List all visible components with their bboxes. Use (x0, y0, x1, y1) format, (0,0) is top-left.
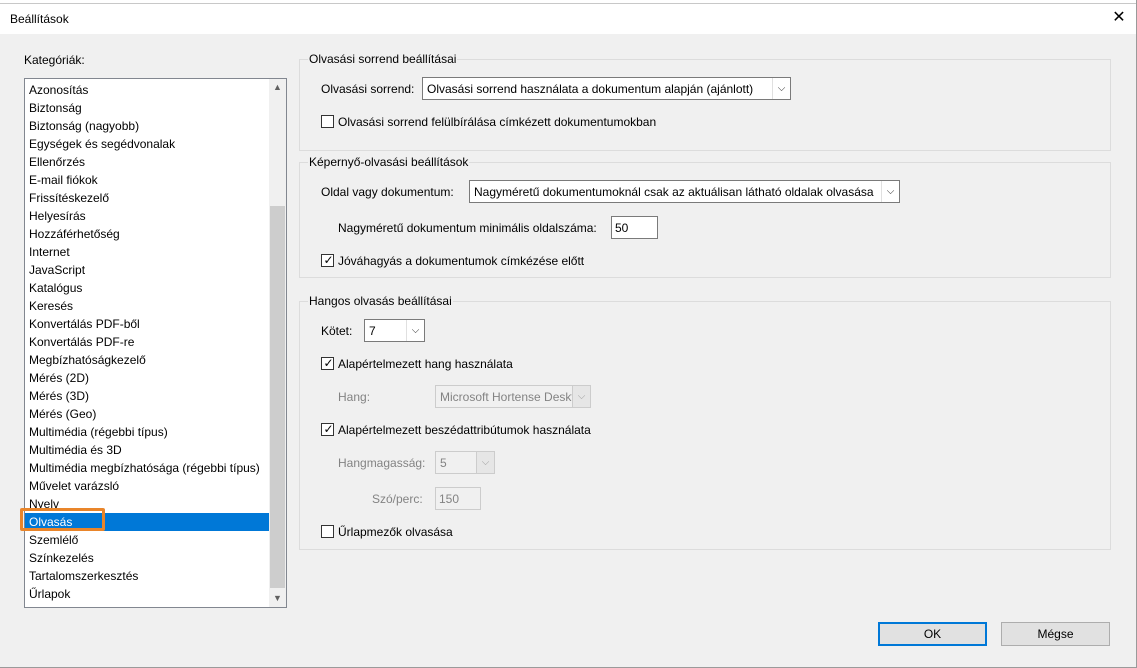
chevron-down-icon: ⌵ (572, 386, 590, 407)
confirm-tagging-label: Jóváhagyás a dokumentumok címkézése előt… (338, 254, 585, 268)
checkmark-icon: ✓ (323, 253, 334, 267)
category-item[interactable]: E-mail fiókok (25, 171, 269, 189)
scrollbar-thumb[interactable] (270, 206, 285, 588)
cancel-button[interactable]: Mégse (1001, 622, 1110, 646)
volume-dropdown[interactable]: 7 ⌵ (364, 319, 425, 342)
category-item[interactable]: Helyesírás (25, 207, 269, 225)
ok-button[interactable]: OK (878, 622, 987, 646)
page-or-document-value: Nagyméretű dokumentumoknál csak az aktuá… (474, 185, 874, 199)
wpm-value: 150 (439, 492, 460, 506)
chevron-down-icon: ⌵ (772, 78, 790, 99)
category-item[interactable]: Internet (25, 243, 269, 261)
volume-label: Kötet: (321, 324, 353, 338)
categories-items: Azonosítás Biztonság Biztonság (nagyobb) Eg… (25, 81, 269, 603)
reading-order-group-title: Olvasási sorrend beállításai (308, 52, 458, 66)
reading-order-value: Olvasási sorrend használata a dokumentum… (427, 82, 754, 96)
pitch-label: Hangmagasság: (338, 456, 426, 470)
dialog-titlebar: Beállítások ✕ (0, 4, 1137, 33)
chevron-down-icon: ⌵ (476, 452, 494, 473)
category-item[interactable]: Egységek és segédvonalak (25, 135, 269, 153)
override-order-checkbox[interactable] (321, 115, 334, 128)
checkmark-icon: ✓ (323, 422, 334, 436)
category-item[interactable]: Mérés (3D) (25, 387, 269, 405)
default-voice-checkbox[interactable]: ✓ (321, 356, 334, 370)
screen-reader-group-title: Képernyő-olvasási beállítások (308, 155, 470, 169)
category-item[interactable]: JavaScript (25, 261, 269, 279)
form-fields-checkbox[interactable] (321, 525, 334, 538)
category-item[interactable]: Űrlapok (25, 585, 269, 603)
min-pages-label: Nagyméretű dokumentum minimális oldalszá… (338, 221, 597, 235)
scroll-up-icon[interactable]: ▲ (269, 79, 286, 96)
category-item[interactable]: Multimédia és 3D (25, 441, 269, 459)
checkmark-icon: ✓ (323, 356, 334, 370)
volume-value: 7 (369, 324, 376, 338)
category-item[interactable]: Keresés (25, 297, 269, 315)
voice-dropdown[interactable]: Microsoft Hortense Deskt ⌵ (435, 385, 591, 408)
category-item[interactable]: Mérés (2D) (25, 369, 269, 387)
category-item[interactable]: Tartalomszerkesztés (25, 567, 269, 585)
category-item[interactable]: Szemlélő (25, 531, 269, 549)
default-voice-label: Alapértelmezett hang használata (338, 357, 513, 371)
category-item[interactable]: Hozzáférhetőség (25, 225, 269, 243)
categories-scrollbar[interactable]: ▲ ▼ (269, 79, 286, 607)
category-item[interactable]: Katalógus (25, 279, 269, 297)
min-pages-input[interactable]: 50 (611, 216, 658, 239)
page-or-document-label: Oldal vagy dokumentum: (321, 185, 454, 199)
category-item[interactable]: Ellenőrzés (25, 153, 269, 171)
category-item[interactable]: Konvertálás PDF-ből (25, 315, 269, 333)
default-speech-label: Alapértelmezett beszédattribútumok haszn… (338, 423, 591, 437)
chevron-down-icon: ⌵ (406, 320, 424, 341)
category-item[interactable]: Azonosítás (25, 81, 269, 99)
scroll-down-icon[interactable]: ▼ (269, 590, 286, 607)
category-item[interactable]: Frissítéskezelő (25, 189, 269, 207)
default-speech-checkbox[interactable]: ✓ (321, 422, 334, 436)
category-item[interactable]: Biztonság (25, 99, 269, 117)
form-fields-label: Űrlapmezők olvasása (338, 525, 453, 539)
min-pages-value: 50 (615, 221, 629, 235)
reading-order-label: Olvasási sorrend: (321, 82, 415, 96)
category-item[interactable]: Mérés (Geo) (25, 405, 269, 423)
category-item[interactable]: Művelet varázsló (25, 477, 269, 495)
pitch-dropdown[interactable]: 5 ⌵ (435, 451, 495, 474)
voice-value: Microsoft Hortense Deskt (440, 390, 572, 404)
wpm-input[interactable]: 150 (435, 487, 481, 510)
category-item[interactable]: Színkezelés (25, 549, 269, 567)
category-item[interactable]: Biztonság (nagyobb) (25, 117, 269, 135)
read-aloud-group-title: Hangos olvasás beállításai (308, 294, 453, 308)
categories-label: Kategóriák: (24, 53, 85, 67)
page-or-document-dropdown[interactable]: Nagyméretű dokumentumoknál csak az aktuá… (469, 180, 900, 203)
category-item[interactable]: Olvasás (25, 513, 269, 531)
category-item[interactable]: Multimédia megbízhatósága (régebbi típus… (25, 459, 269, 477)
category-item[interactable]: Megbízhatóságkezelő (25, 351, 269, 369)
reading-order-group: Olvasási sorrend beállításai (299, 52, 1111, 151)
wpm-label: Szó/perc: (372, 492, 423, 506)
chevron-down-icon: ⌵ (881, 181, 899, 202)
confirm-tagging-checkbox[interactable]: ✓ (321, 253, 334, 267)
pitch-value: 5 (440, 456, 447, 470)
override-order-label: Olvasási sorrend felülbírálása címkézett… (338, 115, 657, 129)
close-icon[interactable]: ✕ (1111, 10, 1127, 26)
dialog-title: Beállítások (10, 12, 69, 26)
voice-label: Hang: (338, 390, 371, 404)
categories-list[interactable]: Azonosítás Biztonság Biztonság (nagyobb) Eg… (24, 78, 287, 608)
reading-order-dropdown[interactable]: Olvasási sorrend használata a dokumentum… (422, 77, 791, 100)
category-item[interactable]: Nyelv (25, 495, 269, 513)
category-item[interactable]: Konvertálás PDF-re (25, 333, 269, 351)
category-item[interactable]: Multimédia (régebbi típus) (25, 423, 269, 441)
